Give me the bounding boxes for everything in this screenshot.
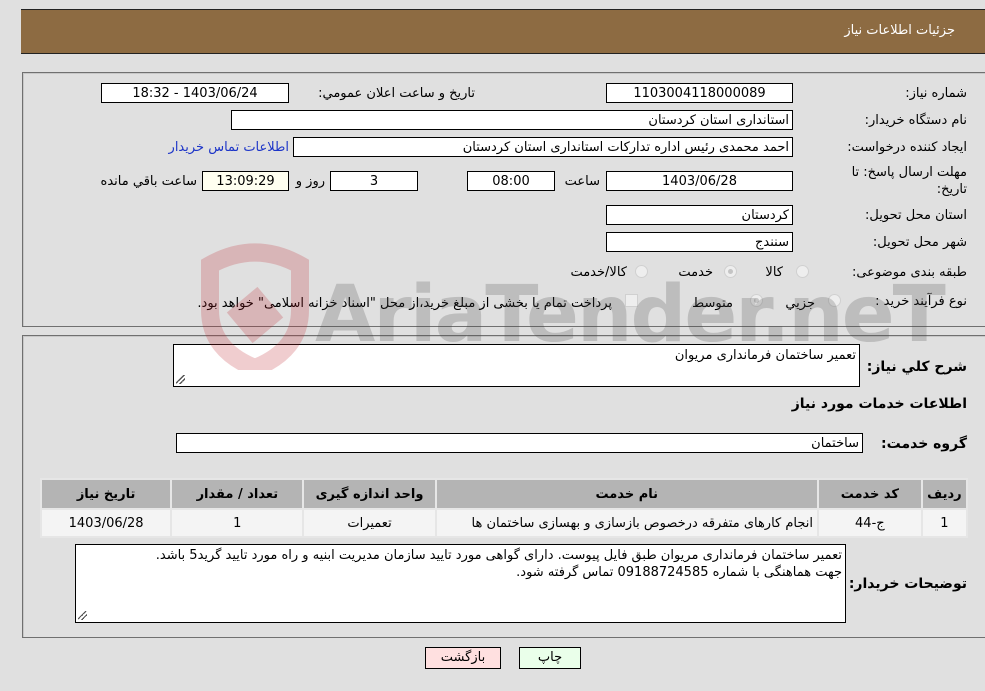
col-service-code: کد خدمت [817, 478, 923, 510]
cell-need-date: 1403/06/28 [39, 508, 173, 538]
cell-row-number: 1 [920, 508, 969, 538]
requester-field: احمد محمدی رئیس اداره تدارکات استانداری … [293, 137, 793, 157]
page-title: جزئیات اطلاعات نیاز [844, 23, 955, 38]
page-header: جزئیات اطلاعات نیاز [21, 9, 985, 54]
category-option-goods: کالا [765, 265, 783, 280]
resize-grip-icon[interactable] [78, 611, 87, 620]
process-radio-medium[interactable] [750, 294, 763, 307]
delivery-city-label: شهر محل تحویل: [872, 235, 967, 250]
buyer-org-label: نام دستگاه خریدار: [864, 113, 967, 128]
cell-service-code: ج-44 [817, 508, 923, 538]
buyer-notes-line1: تعمیر ساختمان فرمانداری مریوان طبق فایل … [155, 548, 842, 563]
announce-datetime-label: تاریخ و ساعت اعلان عمومي: [318, 86, 475, 101]
time-remaining-label: ساعت باقي مانده [100, 174, 197, 189]
col-quantity: تعداد / مقدار [170, 478, 305, 510]
services-table: ردیف کد خدمت نام خدمت واحد اندازه گیری ت… [39, 478, 969, 538]
category-label: طبقه بندی موضوعی: [851, 265, 967, 280]
deadline-label-date: تاریخ: [936, 182, 967, 197]
delivery-province-label: استان محل تحویل: [865, 208, 967, 223]
cell-service-name: انجام کارهای متفرقه درخصوص بازسازی و بهس… [434, 508, 820, 538]
buyer-notes-textarea[interactable]: تعمیر ساختمان فرمانداری مریوان طبق فایل … [75, 544, 846, 623]
cell-quantity: 1 [170, 508, 305, 538]
col-service-name: نام خدمت [434, 478, 820, 510]
category-radio-goods-service[interactable] [635, 265, 648, 278]
services-section-title: اطلاعات خدمات مورد نیاز [791, 396, 967, 412]
days-remaining-field: 3 [330, 171, 418, 191]
process-option-minor: جزيي [785, 296, 815, 311]
category-radio-goods[interactable] [796, 265, 809, 278]
buyer-contact-link[interactable]: اطلاعات تماس خریدار [169, 140, 289, 155]
category-radio-service[interactable] [724, 265, 737, 278]
time-remaining-field: 13:09:29 [202, 171, 289, 191]
category-option-goods-service: کالا/خدمت [570, 265, 627, 280]
summary-textarea[interactable]: تعمیر ساختمان فرمانداری مریوان [173, 344, 860, 387]
col-need-date: تاریخ نیاز [39, 478, 173, 510]
days-label: روز و [295, 174, 325, 189]
col-unit: واحد اندازه گیری [302, 478, 437, 510]
requester-label: ایجاد کننده درخواست: [847, 140, 967, 155]
summary-text: تعمیر ساختمان فرمانداری مریوان [674, 348, 856, 363]
treasury-note: پرداخت تمام یا بخشی از مبلغ خرید،از محل … [197, 296, 612, 311]
delivery-city-field: سنندج [606, 232, 793, 252]
col-row-number: ردیف [920, 478, 969, 510]
purchase-process-label: نوع فرآیند خرید : [875, 294, 967, 309]
service-group-field: ساختمان [176, 433, 863, 453]
treasury-checkbox[interactable] [625, 294, 638, 307]
cell-unit: تعمیرات [302, 508, 437, 538]
deadline-time-field: 08:00 [467, 171, 555, 191]
process-radio-minor[interactable] [828, 294, 841, 307]
service-group-label: گروه خدمت: [881, 436, 967, 452]
deadline-date-field: 1403/06/28 [606, 171, 793, 191]
deadline-time-label: ساعت [564, 174, 600, 189]
buyer-notes-label: توضیحات خریدار: [848, 576, 967, 592]
services-table-header: ردیف کد خدمت نام خدمت واحد اندازه گیری ت… [39, 478, 969, 510]
delivery-province-field: کردستان [606, 205, 793, 225]
buyer-notes-line2: جهت هماهنگی با شماره 09188724585 تماس گر… [516, 565, 842, 580]
process-option-medium: متوسط [692, 296, 733, 311]
buyer-org-field: استانداری استان کردستان [231, 110, 793, 130]
need-number-field: 1103004118000089 [606, 83, 793, 103]
category-option-service: خدمت [678, 265, 713, 280]
need-number-label: شماره نیاز: [905, 86, 967, 101]
announce-datetime-field: 1403/06/24 - 18:32 [101, 83, 289, 103]
deadline-label: مهلت ارسال پاسخ: تا [851, 165, 967, 180]
back-button[interactable]: بازگشت [425, 647, 501, 669]
summary-label: شرح کلي نیاز: [866, 359, 967, 375]
resize-grip-icon[interactable] [176, 375, 185, 384]
print-button[interactable]: چاپ [519, 647, 581, 669]
table-row: 1 ج-44 انجام کارهای متفرقه درخصوص بازساز… [39, 508, 969, 538]
